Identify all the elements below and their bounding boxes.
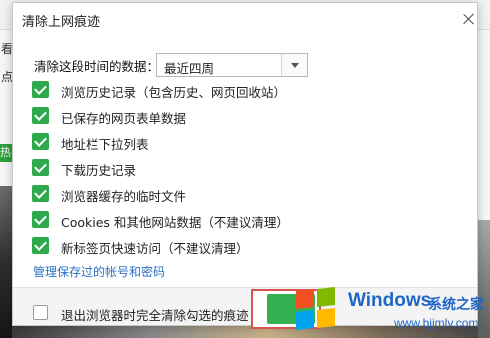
watermark-brand-cn: 系统之家 — [428, 297, 484, 313]
checkbox-checked[interactable] — [32, 133, 49, 150]
watermark-url: www.bjjmlv.com — [394, 316, 479, 330]
time-range-select[interactable]: 最近四周 — [156, 53, 308, 77]
exit-clear-label: 退出浏览器时完全清除勾选的痕迹 — [61, 308, 249, 323]
checkbox-checked[interactable] — [32, 211, 49, 228]
watermark-brand: Windows — [348, 290, 432, 311]
chevron-down-icon[interactable] — [281, 54, 307, 76]
manage-saved-accounts-link[interactable]: 管理保存过的帐号和密码 — [33, 263, 165, 280]
background-hot-tag: 热 — [0, 144, 12, 162]
checkbox-checked[interactable] — [32, 185, 49, 202]
close-icon[interactable] — [461, 11, 477, 27]
checkbox-checked[interactable] — [32, 159, 49, 176]
watermark: Windows 系统之家 www.bjjmlv.com — [296, 287, 490, 334]
checkbox-checked[interactable] — [32, 81, 49, 98]
time-range-label: 清除这段时间的数据： — [34, 59, 160, 74]
option-label: 浏览器缓存的临时文件 — [61, 189, 187, 204]
option-label: 已保存的网页表单数据 — [61, 111, 187, 126]
checkbox-checked[interactable] — [32, 237, 49, 254]
option-label: 新标签页快速访问（不建议清理） — [61, 241, 249, 256]
option-label: 浏览历史记录（包含历史、网页回收站） — [61, 85, 287, 100]
option-label: Cookies 和其他网站数据（不建议清理） — [61, 215, 289, 230]
option-label: 下载历史记录 — [61, 163, 137, 178]
background-image — [0, 186, 12, 338]
windows-logo-icon — [296, 287, 336, 330]
time-range-value: 最近四周 — [164, 61, 215, 76]
checkbox-unchecked[interactable] — [33, 305, 48, 320]
clear-traces-dialog: 清除上网痕迹 清除这段时间的数据： 最近四周 浏览历史记录（包含历史、网页回收站… — [12, 2, 478, 326]
dialog-title: 清除上网痕迹 — [22, 15, 101, 30]
option-label: 地址栏下拉列表 — [61, 137, 149, 152]
checkbox-checked[interactable] — [32, 107, 49, 124]
